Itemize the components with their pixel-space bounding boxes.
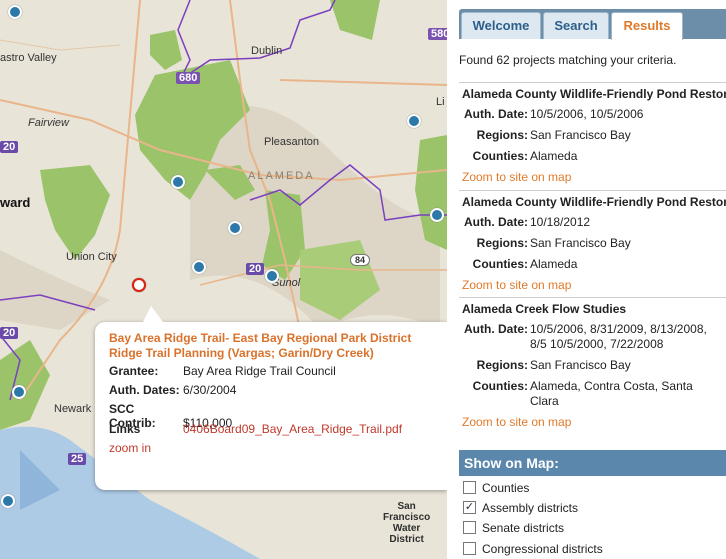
place-newark: Newark (54, 403, 92, 415)
project-marker[interactable] (12, 385, 26, 399)
water-label-line-1: San (397, 501, 416, 512)
popup-grantee-label: Grantee: (109, 364, 159, 378)
result-regions-row: Regions: San Francisco Bay (462, 128, 726, 143)
place-sf-water-district: San Francisco Water District (383, 501, 430, 545)
checkbox[interactable] (463, 542, 476, 556)
result-title: Alameda County Wildlife-Friendly Pond Re… (462, 195, 726, 209)
option-label: Counties (482, 481, 530, 495)
result-counties-label: Counties: (472, 379, 528, 393)
result-regions-row: Regions: San Francisco Bay (462, 358, 726, 373)
popup-grantee-value: Bay Area Ridge Trail Council (183, 364, 336, 378)
highway-shield-25: 25 (68, 453, 87, 465)
result-auth-value: 10/18/2012 (530, 215, 591, 229)
result-title: Alameda County Wildlife-Friendly Pond Re… (462, 87, 726, 101)
panel-tabs: Welcome Search Results (459, 9, 726, 40)
project-marker[interactable] (171, 175, 185, 189)
result-regions-label: Regions: (476, 128, 528, 142)
popup-auth-row: Auth. Dates: 6/30/2004 (109, 383, 236, 397)
zoom-to-site-link[interactable]: Zoom to site on map (462, 170, 726, 184)
option-label: Congressional districts (482, 542, 603, 556)
popup-zoom-in-link[interactable]: zoom in (109, 441, 151, 455)
result-counties-value: Alameda (530, 149, 578, 163)
option-label: Senate districts (482, 521, 565, 535)
result-item: Alameda Creek Flow Studies Auth. Date: 10… (459, 297, 726, 429)
place-alameda-county: ALAMEDA (248, 170, 315, 182)
layer-option-counties[interactable]: Counties (463, 481, 529, 495)
side-panel: Welcome Search Results Found 62 projects… (447, 0, 726, 559)
popup-links-label: Links (109, 422, 141, 436)
project-marker[interactable] (192, 260, 206, 274)
project-marker[interactable] (228, 221, 242, 235)
tab-search[interactable]: Search (543, 12, 609, 39)
result-counties-row: Counties: Alameda (462, 149, 726, 164)
result-regions-row: Regions: San Francisco Bay (462, 236, 726, 251)
popup-auth-label: Auth. Dates: (109, 383, 180, 397)
place-fairview: Fairview (28, 117, 69, 129)
result-item: Alameda County Wildlife-Friendly Pond Re… (459, 190, 726, 292)
result-counties-row: Counties: Alameda (462, 257, 726, 272)
zoom-to-site-link[interactable]: Zoom to site on map (462, 415, 726, 429)
project-marker[interactable] (8, 5, 22, 19)
result-regions-value: San Francisco Bay (530, 236, 631, 250)
result-auth-row: Auth. Date: 10/5/2006, 8/31/2009, 8/13/20… (462, 322, 726, 352)
popup-links-row: Links 0406Board09_Bay_Area_Ridge_Trail.pd… (109, 422, 402, 436)
highway-shield-20b: 20 (246, 263, 265, 275)
option-label: Assembly districts (482, 501, 579, 515)
place-li: Li (436, 96, 445, 108)
result-auth-label: Auth. Date: (464, 107, 528, 121)
map-view[interactable]: ward astro Valley Fairview Dublin Pleasa… (0, 0, 447, 559)
project-marker[interactable] (407, 114, 421, 128)
layer-option-assembly[interactable]: ✓ Assembly districts (463, 501, 578, 515)
result-auth-row: Auth. Date: 10/18/2012 (462, 215, 726, 230)
result-counties-value: Alameda, Contra Costa, Santa Clara (530, 379, 693, 408)
checkbox-checked[interactable]: ✓ (463, 501, 476, 515)
place-pleasanton: Pleasanton (264, 136, 320, 148)
result-auth-label: Auth. Date: (464, 322, 528, 336)
water-label-line-3: Water (392, 523, 421, 534)
selected-project-marker[interactable] (132, 278, 146, 292)
zoom-to-site-link[interactable]: Zoom to site on map (462, 278, 726, 292)
result-regions-value: San Francisco Bay (530, 128, 631, 142)
result-regions-value: San Francisco Bay (530, 358, 631, 372)
result-counties-row: Counties: Alameda, Contra Costa, Santa Cl… (462, 379, 726, 409)
water-label-line-4: District (389, 534, 424, 545)
result-auth-value: 10/5/2006, 10/5/2006 (530, 107, 644, 121)
place-dublin: Dublin (251, 45, 283, 57)
layer-option-senate[interactable]: Senate districts (463, 521, 564, 535)
project-marker[interactable] (430, 208, 444, 222)
result-counties-label: Counties: (472, 257, 528, 271)
water-label-line-2: Francisco (383, 512, 431, 523)
result-item: Alameda County Wildlife-Friendly Pond Re… (459, 82, 726, 184)
results-count: Found 62 projects matching your criteria… (459, 53, 677, 67)
result-auth-row: Auth. Date: 10/5/2006, 10/5/2006 (462, 107, 726, 122)
place-union-city: Union City (66, 251, 117, 263)
place-hayward: ward (0, 195, 31, 210)
checkbox[interactable] (463, 521, 476, 535)
result-regions-label: Regions: (476, 358, 528, 372)
project-info-popup: Bay Area Ridge Trail- East Bay Regional … (95, 306, 447, 490)
tab-results[interactable]: Results (611, 12, 683, 40)
result-counties-label: Counties: (472, 149, 528, 163)
highway-shield-20c: 20 (0, 327, 19, 339)
result-regions-label: Regions: (476, 236, 528, 250)
result-auth-label: Auth. Date: (464, 215, 528, 229)
checkbox[interactable] (463, 481, 476, 495)
tab-welcome[interactable]: Welcome (461, 12, 541, 39)
highway-shield-20a: 20 (0, 141, 19, 153)
popup-grantee-row: Grantee: Bay Area Ridge Trail Council (109, 364, 336, 378)
show-on-map-header: Show on Map: (459, 450, 726, 476)
popup-auth-value: 6/30/2004 (183, 383, 237, 397)
project-marker[interactable] (265, 269, 279, 283)
highway-shield-580: 580 (428, 28, 447, 40)
result-title: Alameda Creek Flow Studies (462, 302, 627, 316)
highway-shield-84: 84 (350, 254, 371, 266)
project-marker[interactable] (1, 494, 15, 508)
result-auth-value: 10/5/2006, 8/31/2009, 8/13/2008, 8/5 10/… (530, 322, 707, 351)
popup-title: Bay Area Ridge Trail- East Bay Regional … (109, 331, 412, 360)
layer-option-congressional[interactable]: Congressional districts (463, 542, 603, 556)
result-counties-value: Alameda (530, 257, 578, 271)
popup-pdf-link[interactable]: 0406Board09_Bay_Area_Ridge_Trail.pdf (183, 422, 402, 436)
place-castro-valley: astro Valley (0, 52, 57, 64)
highway-shield-680: 680 (176, 72, 201, 84)
